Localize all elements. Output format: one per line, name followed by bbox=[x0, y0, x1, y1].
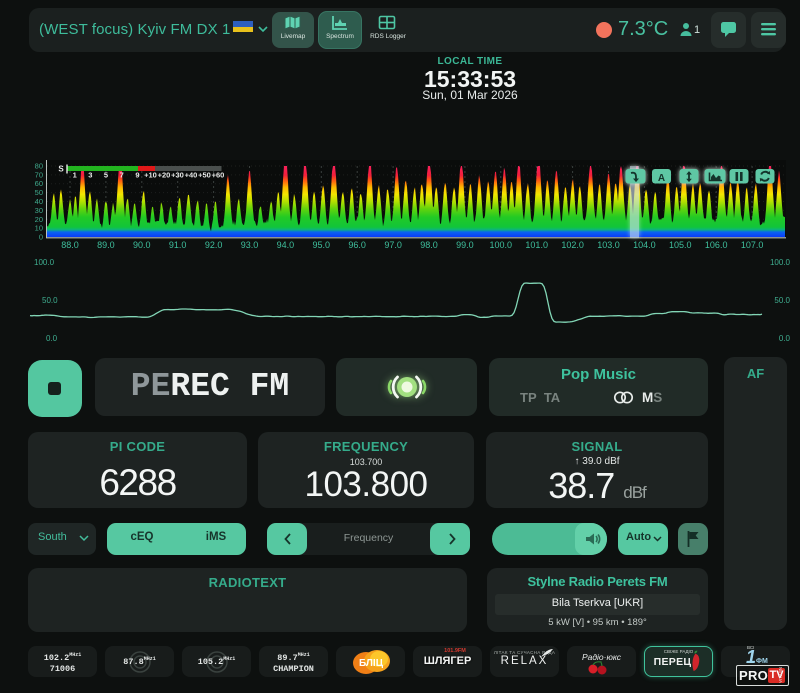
svg-text:70: 70 bbox=[35, 170, 43, 179]
svg-text:БЛІЦ: БЛІЦ bbox=[359, 658, 384, 669]
svg-text:A: A bbox=[658, 173, 665, 184]
svg-text:S: S bbox=[58, 165, 64, 174]
svg-text:0.0: 0.0 bbox=[779, 334, 791, 343]
svg-text:104.0: 104.0 bbox=[633, 240, 656, 250]
svg-text:103.0: 103.0 bbox=[597, 240, 620, 250]
svg-text:107.0: 107.0 bbox=[741, 240, 764, 250]
svg-text:100.0: 100.0 bbox=[34, 258, 55, 267]
svg-text:+40: +40 bbox=[185, 171, 198, 180]
svg-text:96.0: 96.0 bbox=[348, 240, 366, 250]
svg-text:0: 0 bbox=[39, 233, 43, 242]
svg-text:93.0: 93.0 bbox=[241, 240, 259, 250]
svg-text:+10: +10 bbox=[144, 171, 157, 180]
svg-text:88.0: 88.0 bbox=[61, 240, 79, 250]
svg-text:89.0: 89.0 bbox=[97, 240, 115, 250]
svg-text:91.0: 91.0 bbox=[169, 240, 187, 250]
svg-text:+50: +50 bbox=[198, 171, 211, 180]
svg-text:3: 3 bbox=[88, 171, 92, 180]
svg-text:+20: +20 bbox=[158, 171, 171, 180]
svg-text:94.0: 94.0 bbox=[277, 240, 295, 250]
svg-text:40: 40 bbox=[35, 197, 43, 206]
svg-text:102.0: 102.0 bbox=[561, 240, 584, 250]
svg-text:1: 1 bbox=[73, 171, 77, 180]
svg-text:60: 60 bbox=[35, 179, 43, 188]
svg-text:101.0: 101.0 bbox=[525, 240, 548, 250]
svg-text:80: 80 bbox=[35, 162, 43, 171]
svg-text:95.0: 95.0 bbox=[313, 240, 331, 250]
svg-text:30: 30 bbox=[35, 206, 43, 215]
svg-text:100.0: 100.0 bbox=[770, 258, 791, 267]
svg-text:100.0: 100.0 bbox=[490, 240, 513, 250]
svg-text:106.0: 106.0 bbox=[705, 240, 728, 250]
svg-text:92.0: 92.0 bbox=[205, 240, 223, 250]
svg-text:99.0: 99.0 bbox=[456, 240, 474, 250]
svg-text:5: 5 bbox=[104, 171, 108, 180]
svg-text:10: 10 bbox=[35, 224, 43, 233]
svg-text:105.0: 105.0 bbox=[669, 240, 692, 250]
svg-text:98.0: 98.0 bbox=[420, 240, 438, 250]
svg-text:97.0: 97.0 bbox=[384, 240, 402, 250]
svg-text:9: 9 bbox=[135, 171, 139, 180]
svg-text:7: 7 bbox=[120, 171, 124, 180]
svg-text:50: 50 bbox=[35, 188, 43, 197]
svg-text:50.0: 50.0 bbox=[42, 296, 58, 305]
svg-text:50.0: 50.0 bbox=[774, 296, 790, 305]
svg-text:20: 20 bbox=[35, 215, 43, 224]
svg-text:90.0: 90.0 bbox=[133, 240, 151, 250]
svg-text:+60: +60 bbox=[212, 171, 225, 180]
svg-text:+30: +30 bbox=[171, 171, 184, 180]
svg-text:0.0: 0.0 bbox=[46, 334, 58, 343]
